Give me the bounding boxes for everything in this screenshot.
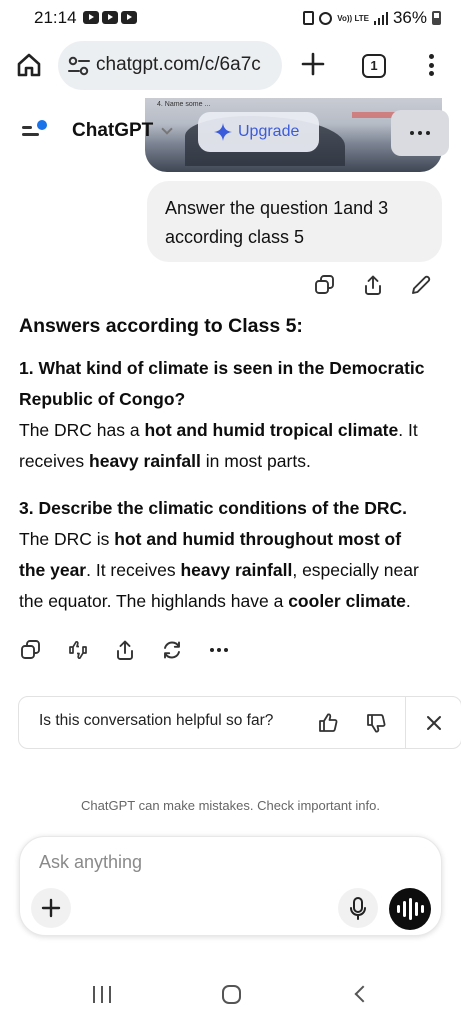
divider: [405, 697, 406, 748]
chat-header: ChatGPT Upgrade: [0, 98, 461, 168]
status-time: 21:14: [34, 8, 77, 27]
url-text: chatgpt.com/c/6a7c: [96, 54, 261, 75]
thumbs-feedback-icon[interactable]: [67, 639, 89, 661]
message-input[interactable]: Ask anything: [39, 852, 142, 873]
upgrade-label: Upgrade: [238, 123, 300, 140]
answer-3-text: The DRC is hot and humid throughout most…: [19, 529, 419, 611]
lock-icon: [303, 11, 315, 25]
signal-icon: [373, 11, 388, 25]
message-composer: Ask anything: [19, 836, 442, 936]
user-message-actions: [314, 274, 432, 296]
home-nav-icon[interactable]: [222, 985, 241, 1004]
youtube-notification-icon: [102, 11, 118, 24]
address-bar[interactable]: chatgpt.com/c/6a7c: [58, 41, 282, 90]
microphone-icon: [350, 897, 366, 920]
model-name: ChatGPT: [72, 120, 154, 141]
status-bar: 21:14 Vo)) LTE 36%: [0, 0, 461, 34]
user-message-line: Answer the question 1and 3: [165, 198, 389, 218]
alarm-icon: [319, 11, 333, 25]
dictate-button[interactable]: [338, 888, 378, 928]
feedback-card: Is this conversation helpful so far?: [18, 696, 461, 749]
share-icon[interactable]: [114, 639, 136, 661]
new-tab-icon[interactable]: [300, 51, 326, 77]
status-right: Vo)) LTE 36%: [303, 8, 441, 28]
thumbs-down-icon[interactable]: [365, 712, 387, 734]
attach-button[interactable]: [31, 888, 71, 928]
question-3-heading: 3. Describe the climatic conditions of t…: [19, 498, 407, 518]
answer-heading: Answers according to Class 5:: [19, 315, 303, 337]
volte-indicator: Vo)) LTE: [337, 13, 369, 23]
browser-menu-icon[interactable]: [424, 52, 438, 78]
voice-mode-button[interactable]: [389, 888, 431, 930]
edit-icon[interactable]: [410, 274, 432, 296]
more-actions-icon[interactable]: [208, 648, 230, 652]
disclaimer: ChatGPT can make mistakes. Check importa…: [81, 798, 380, 813]
back-icon[interactable]: [354, 985, 372, 1003]
youtube-notification-icon: [83, 11, 99, 24]
tab-switcher-button[interactable]: 1: [362, 54, 386, 78]
sidebar-toggle-icon[interactable]: [22, 120, 50, 142]
regenerate-icon[interactable]: [161, 639, 183, 661]
youtube-notification-icon: [121, 11, 137, 24]
upgrade-button[interactable]: Upgrade: [198, 112, 319, 152]
browser-toolbar: chatgpt.com/c/6a7c 1: [0, 34, 461, 98]
question-1-heading: 1. What kind of climate is seen in the D…: [19, 358, 425, 409]
notification-icons: [83, 11, 137, 24]
sparkle-icon: [214, 123, 232, 141]
chevron-down-icon: [161, 123, 173, 135]
share-icon[interactable]: [362, 274, 384, 296]
system-nav-bar: [0, 978, 461, 1024]
model-selector[interactable]: ChatGPT: [72, 120, 173, 142]
copy-icon[interactable]: [314, 274, 336, 296]
close-icon[interactable]: [423, 712, 445, 734]
copy-icon[interactable]: [20, 639, 42, 661]
home-icon[interactable]: [16, 52, 42, 78]
more-options-icon[interactable]: [391, 110, 449, 156]
assistant-message-actions: [20, 639, 230, 661]
chat-area: 4. Name some ... ChatGPT Upgrade Answer …: [0, 98, 461, 978]
thumbs-up-icon[interactable]: [317, 712, 339, 734]
user-message-line: according class 5: [165, 227, 305, 247]
plus-icon: [41, 898, 61, 918]
site-settings-icon[interactable]: [68, 56, 90, 76]
battery-icon: [432, 11, 441, 25]
recents-icon[interactable]: [93, 986, 111, 1003]
assistant-message: Answers according to Class 5: 1. What ki…: [19, 312, 449, 617]
answer-1-text: The DRC has a hot and humid tropical cli…: [19, 420, 418, 471]
feedback-question: Is this conversation helpful so far?: [39, 712, 274, 729]
battery-percent: 36%: [392, 8, 427, 27]
user-message: Answer the question 1and 3 according cla…: [147, 181, 442, 262]
